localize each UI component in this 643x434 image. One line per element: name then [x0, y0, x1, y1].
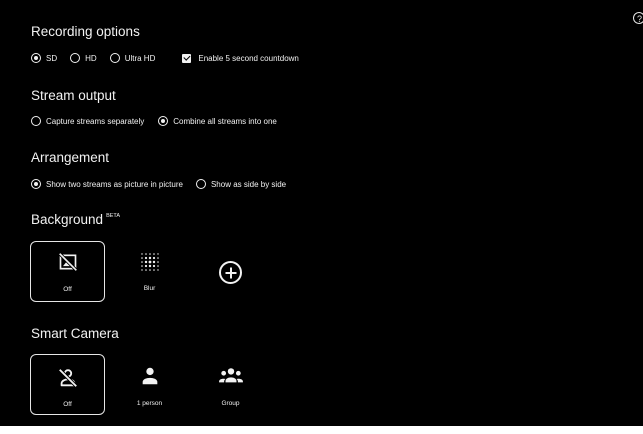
radio-icon	[195, 179, 206, 189]
side-by-side-option[interactable]: Show as side by side	[195, 179, 287, 189]
person-off-icon	[57, 367, 79, 394]
radio-icon	[70, 53, 81, 63]
quality-ultra-hd-label: Ultra HD	[124, 53, 156, 63]
quality-sd-label: SD	[46, 53, 58, 63]
quality-sd-option[interactable]: SD	[31, 53, 57, 63]
quality-hd-label: HD	[85, 53, 97, 63]
combine-streams-option[interactable]: Combine all streams into one	[158, 116, 277, 126]
background-off-tile[interactable]: Off	[30, 241, 105, 302]
smart-camera-one-person-tile[interactable]: 1 person	[112, 354, 187, 415]
arrangement-title: Arrangement	[31, 150, 110, 165]
smart-camera-off-tile[interactable]: Off	[30, 354, 105, 415]
settings-panel: ? Recording options SD HD Ultra HD Enabl…	[0, 0, 643, 426]
group-icon	[218, 365, 244, 392]
background-blur-tile[interactable]: Blur	[112, 241, 187, 302]
background-title-text: Background	[31, 212, 104, 227]
no-image-icon	[57, 252, 78, 277]
background-title: Background BETA	[31, 212, 120, 227]
background-off-label: Off	[63, 286, 72, 293]
smart-camera-group-tile[interactable]: Group	[193, 354, 268, 415]
recording-options-title: Recording options	[31, 24, 140, 39]
side-by-side-label: Show as side by side	[210, 179, 287, 189]
quality-ultra-hd-option[interactable]: Ultra HD	[109, 53, 156, 63]
capture-separately-option[interactable]: Capture streams separately	[31, 116, 144, 126]
stream-output-title: Stream output	[31, 88, 116, 103]
countdown-checkbox[interactable]: Enable 5 second countdown	[182, 53, 299, 63]
countdown-label: Enable 5 second countdown	[198, 53, 299, 63]
checkbox-icon	[182, 53, 192, 63]
combine-streams-label: Combine all streams into one	[173, 116, 277, 126]
blur-icon	[139, 251, 161, 278]
radio-icon	[31, 116, 41, 126]
quality-hd-option[interactable]: HD	[70, 53, 97, 63]
stream-output-row: Capture streams separately Combine all s…	[31, 114, 277, 128]
arrangement-row: Show two streams as picture in picture S…	[31, 177, 286, 191]
picture-in-picture-option[interactable]: Show two streams as picture in picture	[31, 179, 183, 189]
add-circle-icon[interactable]	[219, 261, 242, 284]
smart-camera-group-label: Group	[221, 400, 240, 407]
beta-badge: BETA	[106, 213, 121, 219]
person-icon	[139, 365, 161, 392]
background-blur-label: Blur	[143, 285, 156, 292]
radio-icon	[31, 179, 41, 189]
radio-icon	[109, 53, 120, 63]
smart-camera-off-label: Off	[63, 401, 72, 408]
radio-icon	[31, 53, 41, 63]
capture-separately-label: Capture streams separately	[46, 116, 145, 126]
smart-camera-title: Smart Camera	[31, 326, 119, 341]
help-icon[interactable]: ?	[633, 12, 643, 24]
picture-in-picture-label: Show two streams as picture in picture	[46, 179, 183, 189]
smart-camera-one-person-label: 1 person	[136, 400, 163, 407]
radio-icon	[158, 116, 169, 126]
quality-row: SD HD Ultra HD Enable 5 second countdown	[31, 51, 299, 65]
